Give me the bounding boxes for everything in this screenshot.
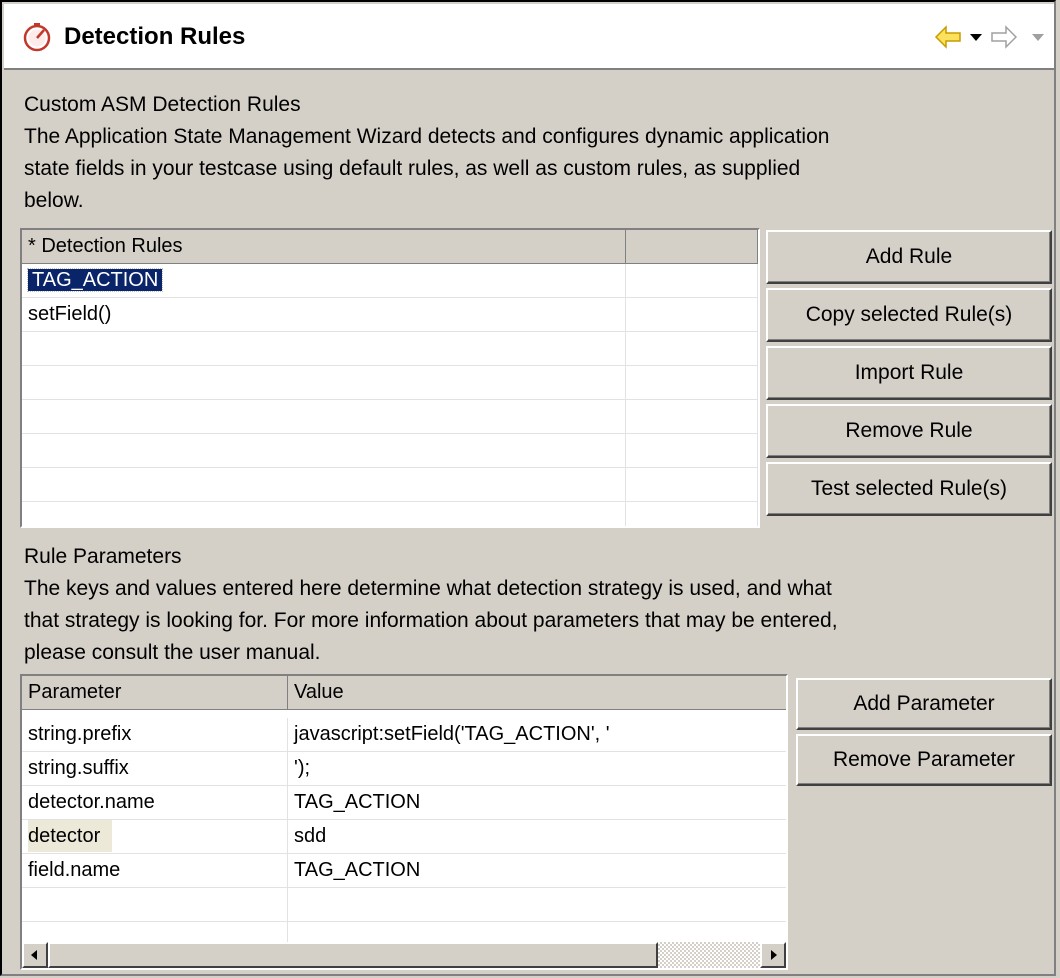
chevron-down-icon[interactable] bbox=[1030, 24, 1046, 50]
column-header-parameter[interactable]: Parameter bbox=[22, 676, 288, 710]
parameter-value[interactable]: sdd bbox=[288, 820, 786, 853]
parameter-key[interactable]: detector.name bbox=[22, 786, 288, 819]
horizontal-scrollbar[interactable] bbox=[22, 942, 786, 968]
test-selected-rules-button[interactable]: Test selected Rule(s) bbox=[766, 462, 1052, 516]
table-row bbox=[22, 888, 786, 922]
parameter-key[interactable]: string.prefix bbox=[22, 718, 288, 751]
table-row bbox=[22, 468, 758, 502]
rules-description-line: The Application State Management Wizard … bbox=[24, 125, 830, 148]
back-arrow-icon[interactable] bbox=[934, 24, 962, 50]
params-heading: Rule Parameters bbox=[24, 545, 182, 568]
arrow-right-icon bbox=[771, 950, 777, 960]
table-row bbox=[22, 922, 786, 944]
table-row[interactable]: TAG_ACTION bbox=[22, 264, 758, 298]
table-row[interactable]: detector sdd bbox=[22, 820, 786, 854]
parameter-key[interactable]: string.suffix bbox=[22, 752, 288, 785]
rules-heading: Custom ASM Detection Rules bbox=[24, 93, 301, 116]
stopwatch-icon bbox=[23, 23, 51, 52]
table-row bbox=[22, 400, 758, 434]
params-description-line: The keys and values entered here determi… bbox=[24, 577, 832, 600]
table-row[interactable]: setField() bbox=[22, 298, 758, 332]
scroll-left-button[interactable] bbox=[22, 942, 48, 968]
view-title: Detection Rules bbox=[64, 23, 246, 50]
table-row[interactable]: field.name TAG_ACTION bbox=[22, 854, 786, 888]
arrow-left-icon bbox=[31, 950, 37, 960]
rules-description-line: state fields in your testcase using defa… bbox=[24, 157, 801, 180]
table-row bbox=[22, 366, 758, 400]
parameter-value[interactable]: javascript:setField('TAG_ACTION', ' bbox=[288, 718, 786, 751]
rule-name[interactable]: setField() bbox=[22, 298, 626, 331]
copy-selected-rules-button[interactable]: Copy selected Rule(s) bbox=[766, 288, 1052, 342]
remove-parameter-button[interactable]: Remove Parameter bbox=[796, 734, 1052, 786]
add-parameter-button[interactable]: Add Parameter bbox=[796, 678, 1052, 730]
parameter-value[interactable]: '); bbox=[288, 752, 786, 785]
view-title-bar: Detection Rules bbox=[4, 4, 1054, 70]
import-rule-button[interactable]: Import Rule bbox=[766, 346, 1052, 400]
table-row bbox=[22, 434, 758, 468]
add-rule-button[interactable]: Add Rule bbox=[766, 230, 1052, 284]
table-header: * Detection Rules bbox=[22, 230, 758, 264]
parameter-value[interactable]: TAG_ACTION bbox=[288, 786, 786, 819]
parameter-key[interactable]: detector bbox=[28, 820, 113, 852]
table-row[interactable]: detector.name TAG_ACTION bbox=[22, 786, 786, 820]
chevron-down-icon[interactable] bbox=[968, 24, 984, 50]
table-header: Parameter Value bbox=[22, 676, 786, 710]
params-description-line: please consult the user manual. bbox=[24, 641, 321, 664]
table-row bbox=[22, 502, 758, 526]
table-row bbox=[22, 332, 758, 366]
table-row[interactable]: string.suffix '); bbox=[22, 752, 786, 786]
scroll-right-button[interactable] bbox=[760, 942, 786, 968]
rule-parameters-table[interactable]: Parameter Value string.prefix javascript… bbox=[20, 674, 788, 970]
scroll-thumb[interactable] bbox=[48, 942, 658, 968]
remove-rule-button[interactable]: Remove Rule bbox=[766, 404, 1052, 458]
params-description-line: that strategy is looking for. For more i… bbox=[24, 609, 838, 632]
column-header-detection-rules[interactable]: * Detection Rules bbox=[22, 230, 626, 264]
table-row[interactable]: string.prefix javascript:setField('TAG_A… bbox=[22, 718, 786, 752]
parameter-value[interactable]: TAG_ACTION bbox=[288, 854, 786, 887]
column-header-blank[interactable] bbox=[626, 230, 758, 264]
scroll-track[interactable] bbox=[658, 942, 760, 968]
forward-arrow-icon[interactable] bbox=[990, 24, 1018, 50]
parameter-key[interactable]: field.name bbox=[22, 854, 288, 887]
detection-rules-table[interactable]: * Detection Rules TAG_ACTION setField() bbox=[20, 228, 760, 528]
rule-name[interactable]: TAG_ACTION bbox=[26, 268, 164, 292]
column-header-value[interactable]: Value bbox=[288, 676, 786, 710]
rules-description-line: below. bbox=[24, 189, 84, 212]
